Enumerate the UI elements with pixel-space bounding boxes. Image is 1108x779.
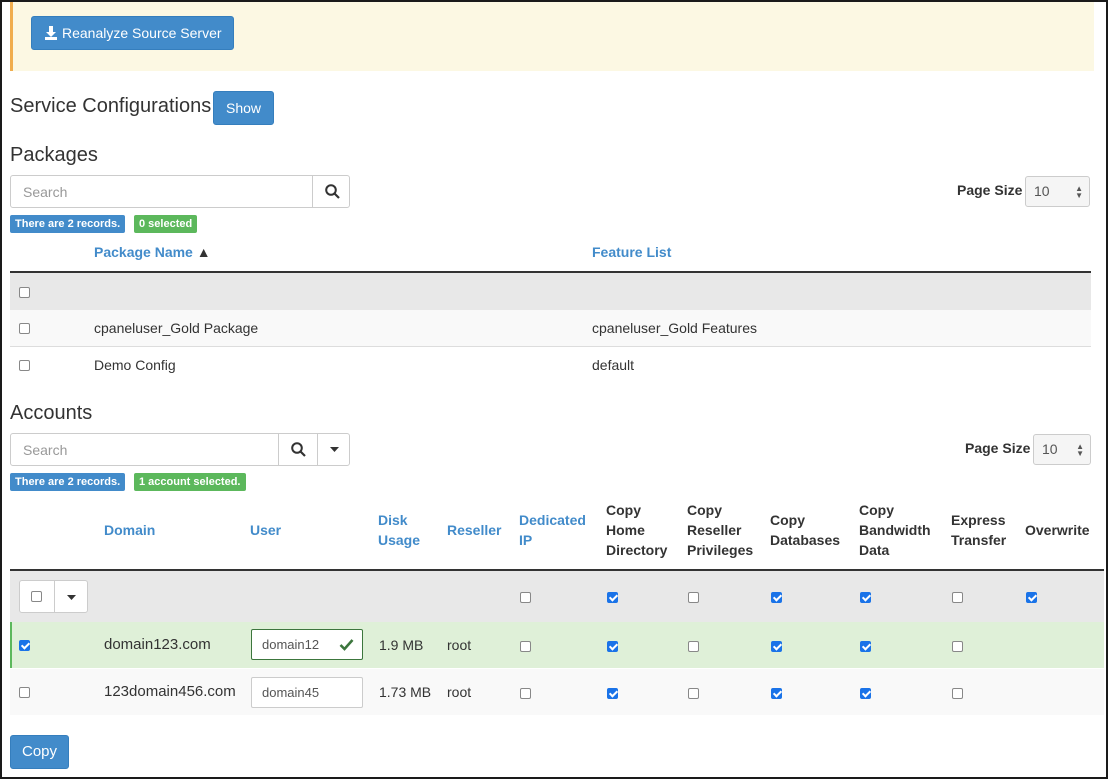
select-arrows-icon: ▲ ▼ [1076,442,1084,458]
accounts-search-group [10,433,350,466]
column-copy-bandwidth-data: Copy Bandwidth Data [859,502,931,558]
show-service-configurations-button[interactable]: Show [213,91,274,125]
copy-bandwidth-checkbox[interactable] [860,688,871,699]
bulk-copy-home-checkbox[interactable] [607,592,618,603]
app-frame: Reanalyze Source Server Service Configur… [0,0,1108,779]
accounts-title: Accounts [10,402,93,424]
row-checkbox[interactable] [19,640,30,651]
feature-list-cell: cpaneluser_Gold Features [592,320,757,336]
accounts-page-size-select[interactable]: 10 ▲ ▼ [1033,434,1091,465]
column-overwrite: Overwrite [1025,522,1090,538]
packages-select-all-checkbox[interactable] [19,287,30,298]
disk-usage-cell: 1.9 MB [379,637,424,653]
table-row: Demo Config default [10,347,1091,384]
bulk-copy-databases-checkbox[interactable] [771,592,782,603]
packages-title: Packages [10,144,98,166]
search-icon [325,184,340,199]
select-arrows-icon: ▲ ▼ [1075,184,1083,200]
copy-databases-checkbox[interactable] [771,641,782,652]
packages-select-all-row [10,273,1091,310]
packages-page-size-value: 10 [1034,183,1050,199]
copy-home-checkbox[interactable] [607,688,618,699]
accounts-records-badge: There are 2 records. [10,473,126,491]
sort-ascending-icon: ▲ [196,244,211,260]
column-user[interactable]: User [250,520,281,540]
express-transfer-checkbox[interactable] [952,641,963,652]
caret-down-icon[interactable] [67,595,76,600]
column-copy-reseller-privileges: Copy Reseller Privileges [687,502,754,558]
dedicated-ip-checkbox[interactable] [520,641,531,652]
packages-selected-badge: 0 selected [134,215,198,233]
copy-bandwidth-checkbox[interactable] [860,641,871,652]
table-row: 123domain456.com domain45 1.73 MB root [10,669,1104,715]
user-field[interactable]: domain45 [251,677,363,708]
domain-cell: 123domain456.com [104,683,236,700]
reanalyze-label: Reanalyze Source Server [62,25,222,41]
column-dedicated-ip[interactable]: Dedicated IP [519,510,586,550]
table-row: domain123.com domain12 1.9 MB root [10,622,1104,668]
reseller-cell: root [447,684,472,700]
column-copy-home-directory: Copy Home Directory [606,502,668,558]
copy-home-checkbox[interactable] [607,641,618,652]
column-express-transfer: Express Transfer [951,512,1007,548]
row-checkbox[interactable] [19,360,30,371]
package-name-cell: cpaneluser_Gold Package [94,320,259,336]
copy-databases-checkbox[interactable] [771,688,782,699]
search-icon [291,442,306,457]
service-configurations-title: Service Configurations [10,95,212,117]
bulk-copy-reseller-checkbox[interactable] [688,592,699,603]
accounts-search-options-dropdown[interactable] [317,434,349,465]
domain-cell: domain123.com [104,636,211,653]
column-disk-usage[interactable]: Disk Usage [378,510,420,550]
download-icon [45,26,57,40]
packages-records-badge: There are 2 records. [10,215,126,233]
accounts-page-size-label: Page Size [965,440,1031,456]
table-row: cpaneluser_Gold Package cpaneluser_Gold … [10,310,1091,347]
bulk-copy-bandwidth-checkbox[interactable] [860,592,871,603]
express-transfer-checkbox[interactable] [952,688,963,699]
accounts-search-button[interactable] [278,434,317,465]
feature-list-cell: default [592,357,635,373]
caret-down-icon [330,447,339,452]
bulk-express-transfer-checkbox[interactable] [952,592,963,603]
packages-search-input[interactable] [11,176,310,207]
row-checkbox[interactable] [19,687,30,698]
package-name-cell: Demo Config [94,357,176,373]
bulk-overwrite-checkbox[interactable] [1026,592,1037,603]
column-reseller[interactable]: Reseller [447,520,501,540]
column-feature-list[interactable]: Feature List [592,242,671,262]
accounts-selected-badge: 1 account selected. [134,473,246,491]
disk-usage-cell: 1.73 MB [379,684,432,700]
packages-search-button[interactable] [312,176,349,207]
accounts-page-size-value: 10 [1042,441,1058,457]
accounts-bulk-row [10,571,1104,622]
column-copy-databases: Copy Databases [770,512,841,548]
column-package-name[interactable]: Package Name ▲ [94,242,211,262]
copy-button[interactable]: Copy [10,735,69,769]
copy-reseller-checkbox[interactable] [688,641,699,652]
accounts-select-all-checkbox[interactable] [31,591,42,602]
dedicated-ip-checkbox[interactable] [520,688,531,699]
reanalyze-source-server-button[interactable]: Reanalyze Source Server [31,16,234,50]
bulk-dedicated-ip-checkbox[interactable] [520,592,531,603]
packages-page-size-label: Page Size [957,182,1023,198]
accounts-search-input[interactable] [11,434,290,465]
column-domain[interactable]: Domain [104,520,155,540]
user-field[interactable]: domain12 [251,629,363,660]
checkmark-icon [339,639,354,651]
packages-search-group [10,175,350,208]
bulk-select-divider [54,581,55,612]
bulk-select-group [19,580,88,613]
copy-reseller-checkbox[interactable] [688,688,699,699]
row-checkbox[interactable] [19,323,30,334]
packages-page-size-select[interactable]: 10 ▲ ▼ [1025,176,1090,207]
reseller-cell: root [447,637,472,653]
